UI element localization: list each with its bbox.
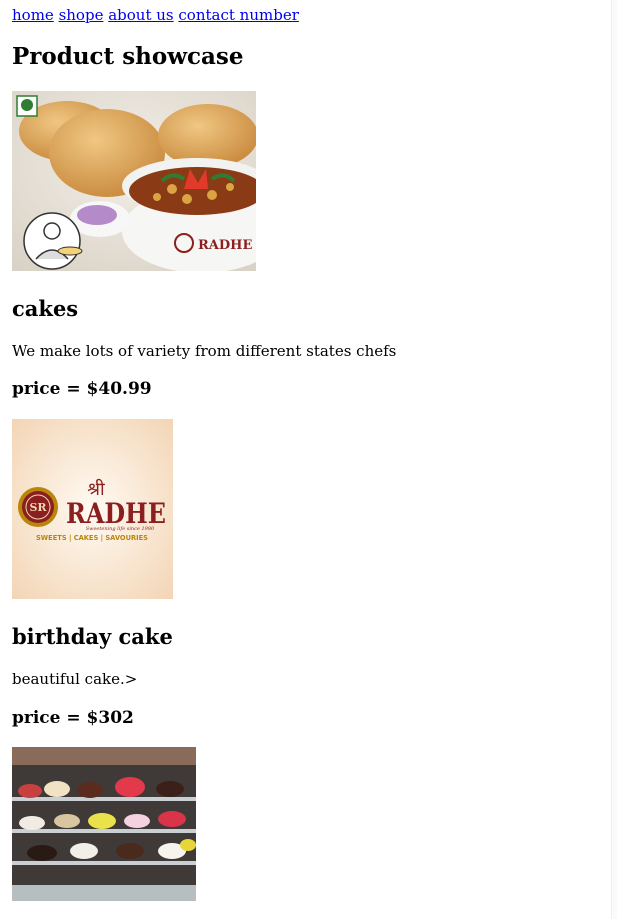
product-price: price = $40.99 xyxy=(12,379,152,399)
chole-bhature-image: RADHE xyxy=(12,91,256,271)
product-description: We make lots of variety from different s… xyxy=(12,342,397,360)
product-name: birthday cake xyxy=(12,624,173,649)
logo-categories: SWEETS | CAKES | SAVOURIES xyxy=(36,534,148,543)
page-scrollbar[interactable] xyxy=(611,0,617,919)
logo-tagline: Sweetening life since 1980 xyxy=(86,526,155,532)
product-price: price = $302 xyxy=(12,708,134,728)
nav-link-home[interactable]: home xyxy=(12,6,54,24)
nav-links: home shope about us contact number xyxy=(12,6,299,24)
nav-link-shope[interactable]: shope xyxy=(59,6,104,24)
image-brand-text: RADHE xyxy=(198,238,252,253)
product-name: cakes xyxy=(12,296,79,321)
nav-link-contact-number[interactable]: contact number xyxy=(178,6,298,24)
page-title: Product showcase xyxy=(12,43,244,70)
logo-monogram: SR xyxy=(29,501,47,514)
cake-display-image xyxy=(12,747,196,901)
nav-link-about-us[interactable]: about us xyxy=(108,6,173,24)
radhe-logo-image: SR श्री RADHE Sweetening life since 1980… xyxy=(12,419,173,599)
product-description: beautiful cake.> xyxy=(12,670,138,688)
